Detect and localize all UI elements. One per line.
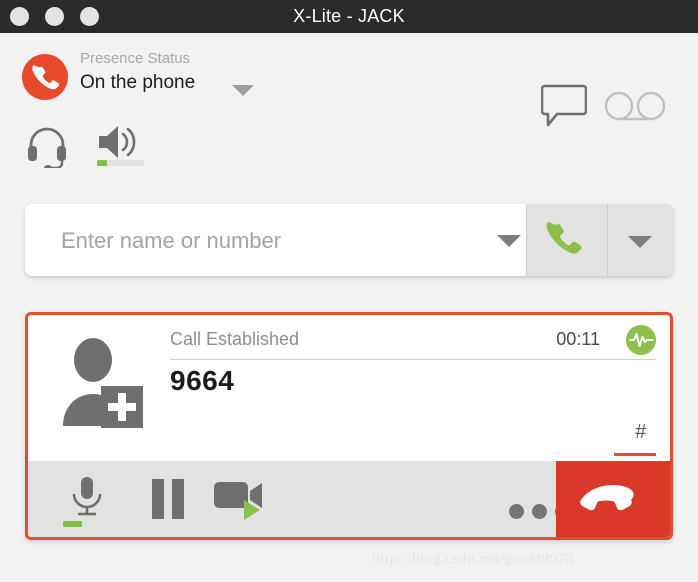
more-dot-1 xyxy=(509,504,524,519)
call-timer: 00:11 xyxy=(556,329,600,349)
dtmf-digit: # xyxy=(634,421,646,443)
dial-bar xyxy=(25,204,673,276)
dial-input-wrap[interactable] xyxy=(25,204,526,276)
presence-status-label: Presence Status xyxy=(80,50,191,67)
presence-status-value[interactable]: On the phone xyxy=(80,72,195,94)
call-number: 9664 xyxy=(170,365,235,396)
end-call-button[interactable] xyxy=(556,461,670,537)
headset-icon[interactable] xyxy=(26,126,68,173)
dial-call-button[interactable] xyxy=(527,204,607,276)
more-dot-2 xyxy=(532,504,547,519)
call-status-label: Call Established xyxy=(170,329,300,349)
call-toolbar xyxy=(28,461,670,537)
dial-options-chevron-down-icon[interactable] xyxy=(628,236,652,248)
dtmf-underline xyxy=(614,453,656,456)
title-bar: X-Lite - JACK xyxy=(0,0,698,33)
mic-level-meter xyxy=(63,521,110,527)
call-quality-waveform-icon[interactable] xyxy=(626,325,656,355)
watermark: http://blog.csdn.net/guoer9973 xyxy=(372,551,575,567)
presence-row: Presence Status On the phone xyxy=(0,33,698,127)
call-header-divider xyxy=(170,359,656,360)
pause-icon[interactable] xyxy=(150,479,186,524)
microphone-icon[interactable] xyxy=(69,475,105,524)
speaker-volume-icon[interactable] xyxy=(96,124,144,165)
audio-controls-row xyxy=(0,108,698,259)
presence-phone-icon[interactable] xyxy=(22,54,68,100)
add-contact-icon[interactable] xyxy=(55,338,149,435)
xlite-softphone-window: X-Lite - JACK Presence Status On the pho… xyxy=(0,0,698,582)
dial-input[interactable] xyxy=(59,204,473,276)
dial-history-chevron-down-icon[interactable] xyxy=(497,235,521,247)
speaker-level-meter xyxy=(97,160,144,166)
active-call-panel: Call Established 00:11 9664 # xyxy=(25,312,673,540)
chevron-down-icon[interactable] xyxy=(232,85,254,96)
video-camera-icon[interactable] xyxy=(214,480,272,527)
window-title: X-Lite - JACK xyxy=(293,6,405,26)
